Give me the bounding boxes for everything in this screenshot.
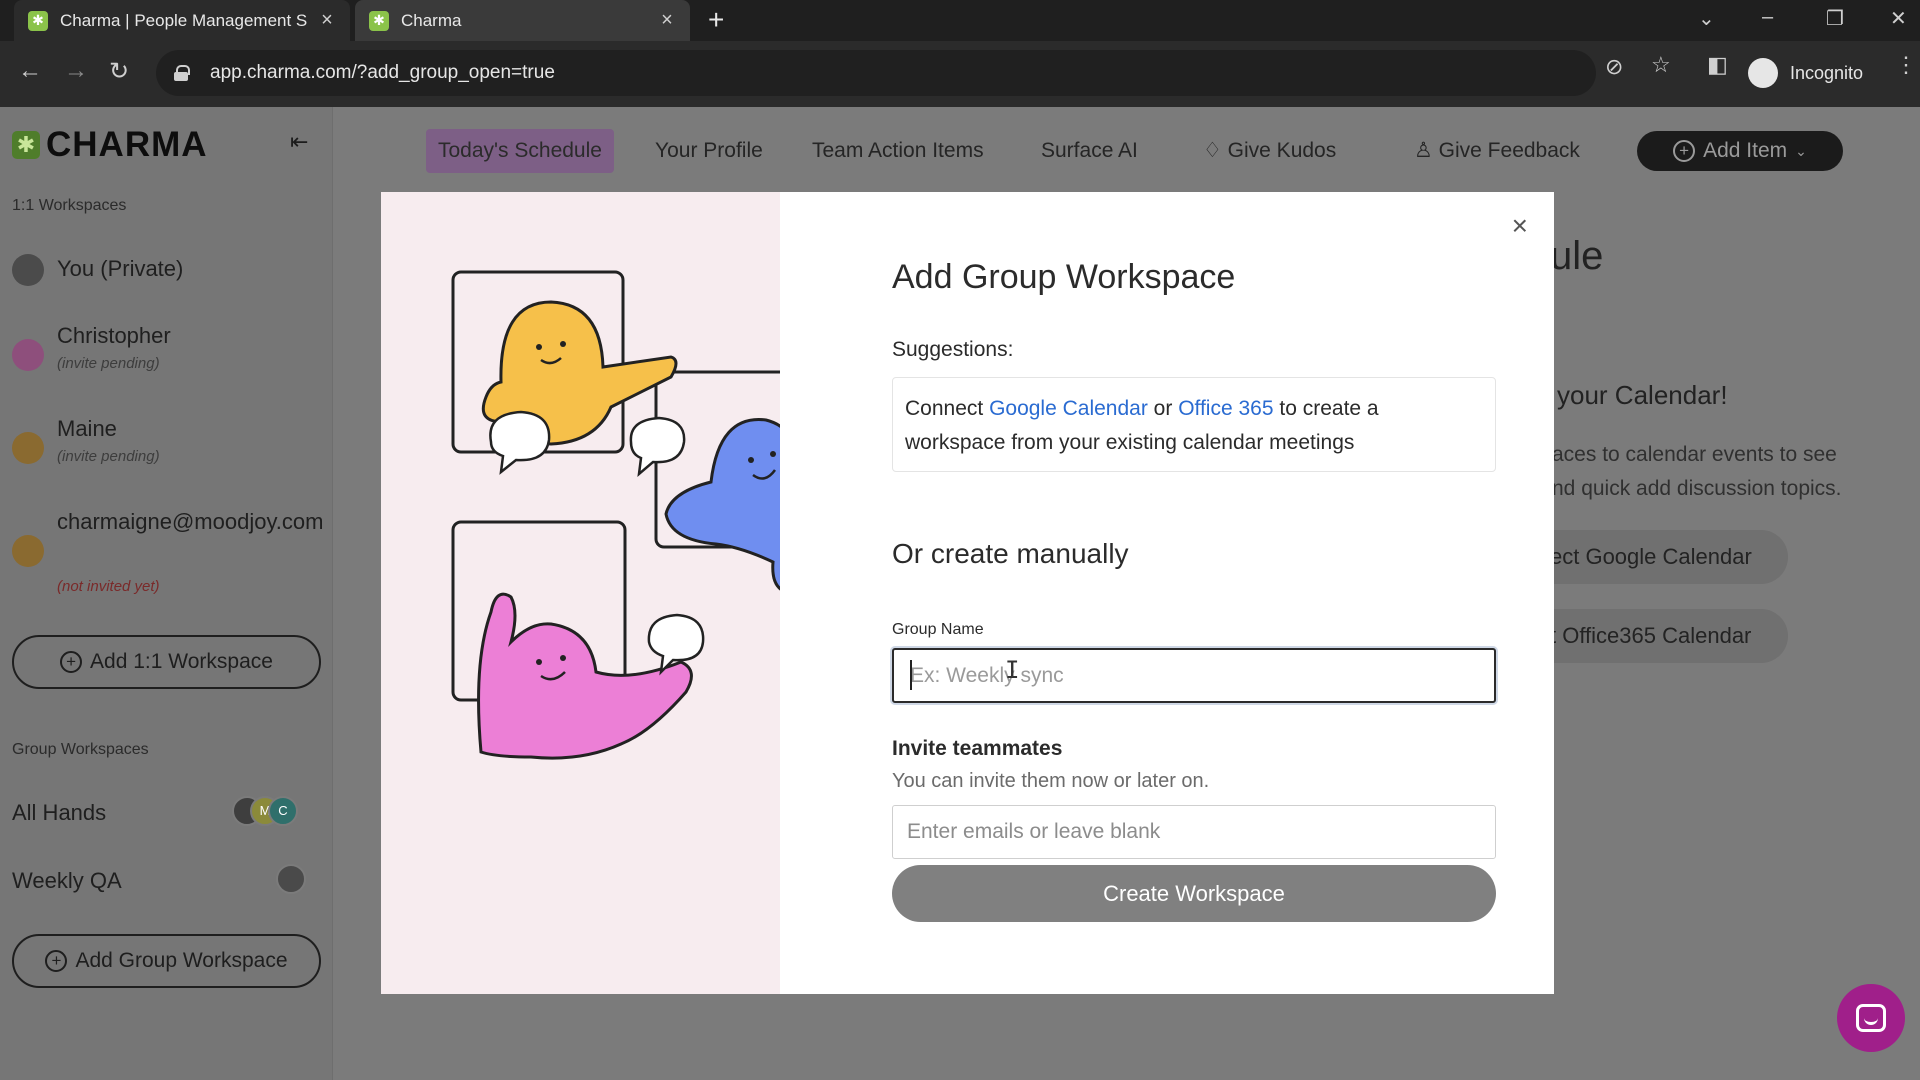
create-workspace-button[interactable]: Create Workspace: [892, 865, 1496, 922]
avatar: [12, 432, 44, 464]
sidebar: ✱ CHARMA ⇤ 1:1 Workspaces You (Private) …: [0, 107, 333, 1080]
browser-tab-bar: ✱ Charma | People Management S × ✱ Charm…: [0, 0, 1920, 41]
person-name: You (Private): [57, 256, 184, 281]
feedback-icon: ♙: [1414, 139, 1433, 162]
invite-status: (invite pending): [57, 448, 160, 465]
chat-launcher-button[interactable]: [1837, 984, 1905, 1052]
avatar: [12, 339, 44, 371]
add-item-label: Add Item: [1703, 139, 1788, 162]
invite-status: (invite pending): [57, 355, 160, 372]
suggestion-text: or: [1147, 397, 1179, 420]
tab-search-icon[interactable]: ⌄: [1698, 6, 1715, 31]
google-calendar-link[interactable]: Google Calendar: [989, 397, 1148, 420]
eye-off-icon[interactable]: ⊘: [1605, 54, 1623, 80]
plus-circle-icon: +: [1673, 140, 1696, 162]
chat-bubble-icon: [1856, 1004, 1886, 1032]
browser-toolbar: ← → ↻ app.charma.com/?add_group_open=tru…: [0, 41, 1920, 107]
tab-title: Charma | People Management S: [60, 10, 308, 30]
collapse-sidebar-icon[interactable]: ⇤: [290, 129, 308, 155]
calendar-text-fragment: nd quick add discussion topics.: [1552, 477, 1842, 500]
add-item-button[interactable]: + Add Item ⌄: [1637, 131, 1843, 171]
incognito-indicator[interactable]: Incognito: [1748, 55, 1863, 91]
text-cursor-icon: I: [1005, 656, 1020, 684]
logo-text: CHARMA: [46, 125, 208, 164]
sidebar-item-weekly-qa[interactable]: Weekly QA: [12, 864, 312, 894]
chevron-down-icon: ⌄: [1795, 142, 1807, 159]
nav-give-kudos[interactable]: ♢ Give Kudos: [1203, 129, 1336, 173]
browser-tab-charma[interactable]: ✱ Charma ×: [355, 0, 690, 41]
add-group-workspace-modal: × Add Group Workspace Suggestions: Conne…: [381, 192, 1554, 994]
nav-your-profile[interactable]: Your Profile: [655, 129, 763, 173]
bookmark-star-icon[interactable]: ☆: [1651, 52, 1671, 78]
forward-icon[interactable]: →: [64, 57, 88, 85]
office-365-link[interactable]: Office 365: [1178, 397, 1273, 420]
invite-emails-input[interactable]: [892, 805, 1496, 859]
incognito-label: Incognito: [1790, 62, 1864, 83]
add-one-on-one-workspace-button[interactable]: + Add 1:1 Workspace: [12, 635, 321, 689]
url-text: app.charma.com/?add_group_open=true: [210, 62, 555, 83]
browser-tab-people-management[interactable]: ✱ Charma | People Management S ×: [14, 0, 350, 41]
avatar: [12, 254, 44, 286]
one-on-one-section-label: 1:1 Workspaces: [12, 197, 127, 214]
invite-status: (not invited yet): [57, 578, 160, 595]
window-close-icon[interactable]: ✕: [1890, 6, 1907, 31]
plus-circle-icon: +: [60, 651, 83, 673]
new-tab-icon[interactable]: +: [708, 4, 724, 36]
nav-give-feedback[interactable]: ♙ Give Feedback: [1414, 129, 1580, 173]
page-title-fragment: ule: [1550, 234, 1604, 278]
avatar: C: [268, 796, 298, 826]
tab-close-icon[interactable]: ×: [658, 9, 676, 32]
nav-todays-schedule[interactable]: Today's Schedule: [426, 129, 614, 173]
create-manually-heading: Or create manually: [892, 538, 1129, 569]
add-group-workspace-button[interactable]: + Add Group Workspace: [12, 934, 321, 988]
charma-favicon-icon: ✱: [369, 10, 389, 31]
plus-circle-icon: +: [45, 950, 68, 972]
group-name-input[interactable]: [892, 648, 1496, 703]
side-panel-icon[interactable]: ◧: [1707, 52, 1728, 78]
restore-icon[interactable]: ❐: [1826, 6, 1844, 31]
nav-surface-ai[interactable]: Surface AI: [1041, 129, 1138, 173]
group-name: Weekly QA: [12, 868, 122, 893]
suggestions-label: Suggestions:: [892, 338, 1014, 361]
tab-title: Charma: [401, 10, 462, 30]
suggestion-text: Connect: [905, 397, 990, 420]
person-name: charmaigne@moodjoy.com: [57, 509, 324, 534]
tab-close-icon[interactable]: ×: [318, 9, 336, 32]
avatar: [276, 864, 306, 894]
lock-icon: [174, 65, 190, 81]
add-group-label: Add Group Workspace: [75, 949, 288, 972]
close-icon[interactable]: ×: [1512, 212, 1528, 240]
person-name: Christopher: [57, 323, 171, 348]
nav-label: Give Feedback: [1438, 139, 1580, 162]
invite-teammates-hint: You can invite them now or later on.: [892, 770, 1210, 792]
charma-logo-icon: ✱: [12, 131, 40, 159]
group-section-label: Group Workspaces: [12, 741, 149, 758]
gem-icon: ♢: [1203, 139, 1222, 162]
sidebar-item-all-hands[interactable]: All Hands M C: [12, 796, 312, 826]
browser-menu-icon[interactable]: ⋮: [1895, 52, 1917, 78]
invite-teammates-heading: Invite teammates: [892, 737, 1063, 760]
reload-icon[interactable]: ↻: [109, 57, 129, 86]
team-illustration: [451, 270, 828, 760]
calendar-suggestion-box: Connect Google Calendar or Office 365 to…: [892, 377, 1496, 472]
add-one-on-one-label: Add 1:1 Workspace: [90, 650, 273, 673]
address-bar[interactable]: app.charma.com/?add_group_open=true: [156, 50, 1596, 96]
incognito-icon: [1748, 58, 1778, 88]
modal-form-panel: × Add Group Workspace Suggestions: Conne…: [780, 192, 1554, 994]
text-caret: [910, 660, 912, 690]
group-name-label: Group Name: [892, 621, 984, 638]
minimize-icon[interactable]: –: [1762, 6, 1773, 29]
calendar-heading-fragment: your Calendar!: [1557, 380, 1728, 410]
group-name: All Hands: [12, 800, 107, 825]
avatar: [12, 535, 44, 567]
charma-logo[interactable]: ✱ CHARMA: [12, 125, 208, 165]
back-icon[interactable]: ←: [18, 57, 42, 85]
nav-label: Give Kudos: [1227, 139, 1337, 162]
calendar-text-fragment: aces to calendar events to see: [1552, 443, 1837, 466]
modal-illustration-panel: [381, 192, 828, 994]
person-name: Maine: [57, 416, 117, 441]
charma-favicon-icon: ✱: [28, 10, 48, 31]
modal-title: Add Group Workspace: [892, 258, 1236, 296]
nav-team-action-items[interactable]: Team Action Items: [812, 129, 984, 173]
